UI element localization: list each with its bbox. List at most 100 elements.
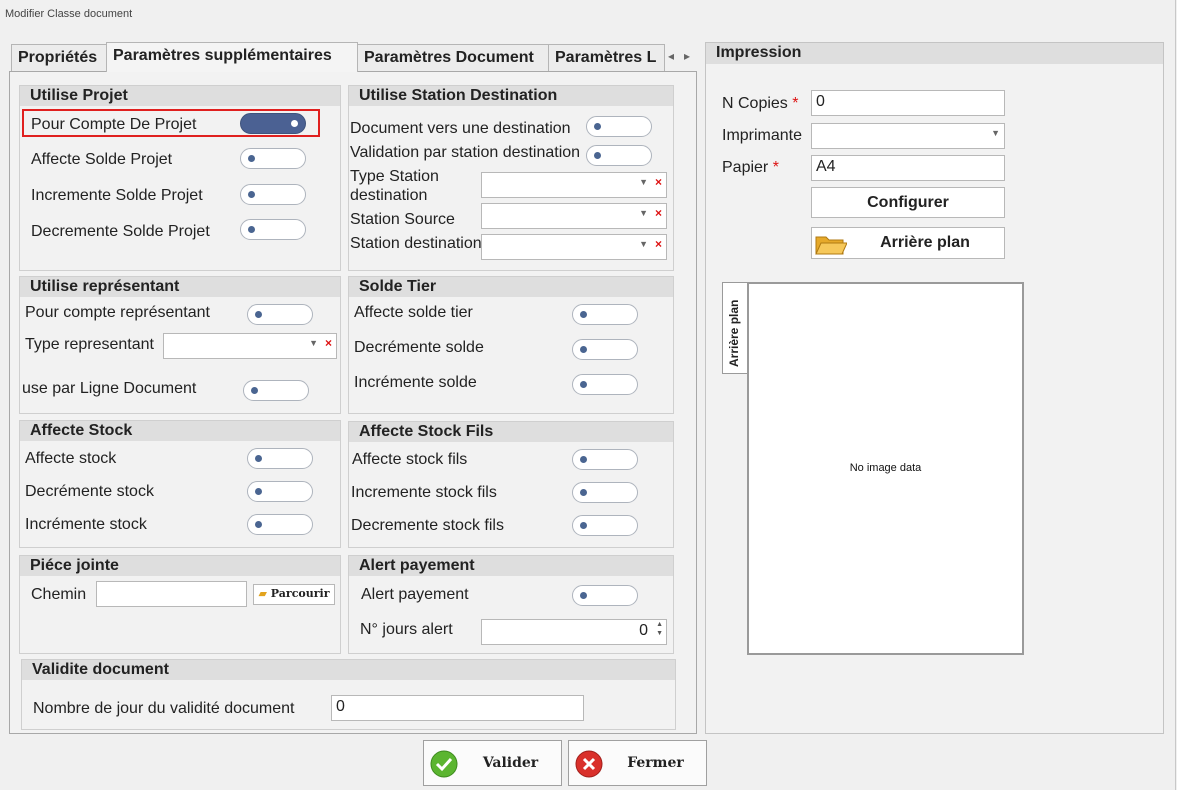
impression-title: Impression [706,43,1163,64]
label-papier: Papier * [722,159,779,177]
label-type-station-l1: Type Station [350,168,439,185]
toggle-validation-station[interactable] [586,145,652,166]
spinner-value: 0 [639,622,648,639]
toggle-incremente-stock[interactable] [247,514,313,535]
label-type-station-l2: destination [350,187,428,204]
label-validation-station: Validation par station destination [350,144,581,161]
label-type-representant: Type representant [25,336,154,353]
arriere-plan-button[interactable]: Arrière plan [811,227,1005,259]
dropdown-arrow-icon[interactable]: ▼ [639,177,648,187]
toggle-decremente-stock[interactable] [247,481,313,502]
label-incremente-stock: Incrémente stock [25,516,147,533]
window-title: Modifier Classe document [5,8,133,20]
valider-button[interactable]: Valider [423,740,562,786]
clear-icon[interactable]: × [655,175,662,189]
papier-input[interactable]: A4 [811,155,1005,181]
toggle-alert-payement[interactable] [572,585,638,606]
parcourir-label: Parcourir [270,587,330,600]
label-decremente-solde: Decrémente solde [354,339,484,356]
label-alert-payement: Alert payement [361,586,469,603]
spin-arrows-icon[interactable]: ▲ ▼ [656,620,663,638]
toggle-knob [594,123,601,130]
toggle-incremente-solde[interactable] [572,374,638,395]
n-copies-input[interactable]: 0 [811,90,1005,116]
toggle-knob [580,456,587,463]
label-affecte-stock-fils: Affecte stock fils [352,451,468,468]
toggle-knob [255,488,262,495]
clear-icon[interactable]: × [325,336,332,350]
focus-highlight [22,109,320,137]
configurer-button[interactable]: Configurer [811,187,1005,218]
clear-icon[interactable]: × [655,237,662,251]
toggle-use-par-ligne[interactable] [243,380,309,401]
label-affecte-solde-projet: Affecte Solde Projet [31,151,173,168]
toggle-knob [255,521,262,528]
toggle-affecte-solde-tier[interactable] [572,304,638,325]
group-title: Alert payement [349,556,673,576]
dropdown-arrow-icon[interactable]: ▼ [639,239,648,249]
window-edge [1175,0,1176,790]
fermer-button[interactable]: Fermer [568,740,707,786]
vertical-tab-label: Arrière plan [727,299,741,367]
imprimante-combo[interactable]: ▼ [811,123,1005,149]
clear-icon[interactable]: × [655,206,662,220]
validite-input[interactable]: 0 [331,695,584,721]
toggle-knob [580,346,587,353]
toggle-knob [594,152,601,159]
n-copies-text: N Copies [722,95,788,112]
combo-type-station[interactable]: ▼ × [481,172,667,198]
tab-scroll-left-icon[interactable]: ◂ [668,49,674,63]
label-pour-compte-representant: Pour compte représentant [25,304,210,321]
toggle-affecte-stock[interactable] [247,448,313,469]
tab-parametres-document[interactable]: Paramètres Document [357,44,549,71]
jours-alert-spinner[interactable]: 0 ▲ ▼ [481,619,667,645]
tab-scroll-right-icon[interactable]: ▸ [684,49,690,63]
toggle-knob [580,489,587,496]
label-station-destination: Station destination [350,235,482,252]
toggle-pour-compte-representant[interactable] [247,304,313,325]
toggle-knob [248,155,255,162]
label-station-source: Station Source [350,211,455,228]
label-nombre-jour-validite: Nombre de jour du validité document [33,700,295,717]
dropdown-arrow-icon[interactable]: ▼ [309,338,318,348]
label-incremente-solde-projet: Incremente Solde Projet [31,187,203,204]
no-image-text: No image data [849,462,922,474]
tab-parametres-ligne[interactable]: Paramètres L [548,44,665,71]
dropdown-arrow-icon[interactable]: ▼ [639,208,648,218]
fermer-label: Fermer [627,755,684,771]
label-chemin: Chemin [31,586,87,603]
toggle-document-vers-destination[interactable] [586,116,652,137]
valider-label: Valider [482,755,539,771]
tab-parametres-supplementaires[interactable]: Paramètres supplémentaires [106,42,358,72]
toggle-knob [248,226,255,233]
label-decremente-stock: Decrémente stock [25,483,154,500]
dropdown-arrow-icon[interactable]: ▼ [991,128,1000,138]
label-imprimante: Imprimante [722,127,803,144]
arriere-plan-vertical-tab[interactable]: Arrière plan [722,282,748,374]
chemin-input[interactable] [96,581,247,607]
toggle-incremente-solde-projet[interactable] [240,184,306,205]
toggle-decremente-solde-projet[interactable] [240,219,306,240]
toggle-knob [580,592,587,599]
combo-station-source[interactable]: ▼ × [481,203,667,229]
combo-type-representant[interactable]: ▼ × [163,333,337,359]
group-title: Utilise Station Destination [349,86,673,106]
group-title: Solde Tier [349,277,673,297]
parcourir-button[interactable]: ▰ Parcourir [253,584,335,605]
label-use-par-ligne: use par Ligne Document [22,380,197,397]
tab-proprietes[interactable]: Propriétés [11,44,107,71]
label-document-vers-destination: Document vers une destination [350,120,571,137]
toggle-affecte-solde-projet[interactable] [240,148,306,169]
toggle-affecte-stock-fils[interactable] [572,449,638,470]
combo-station-destination[interactable]: ▼ × [481,234,667,260]
toggle-incremente-stock-fils[interactable] [572,482,638,503]
arriere-plan-label: Arrière plan [880,234,970,251]
required-mark: * [772,159,779,176]
toggle-decremente-stock-fils[interactable] [572,515,638,536]
toggle-knob [248,191,255,198]
label-decremente-stock-fils: Decremente stock fils [351,517,504,534]
label-incremente-stock-fils: Incremente stock fils [351,484,497,501]
group-title: Utilise Projet [20,86,340,106]
toggle-decremente-solde[interactable] [572,339,638,360]
label-decremente-solde-projet: Decremente Solde Projet [31,223,210,240]
